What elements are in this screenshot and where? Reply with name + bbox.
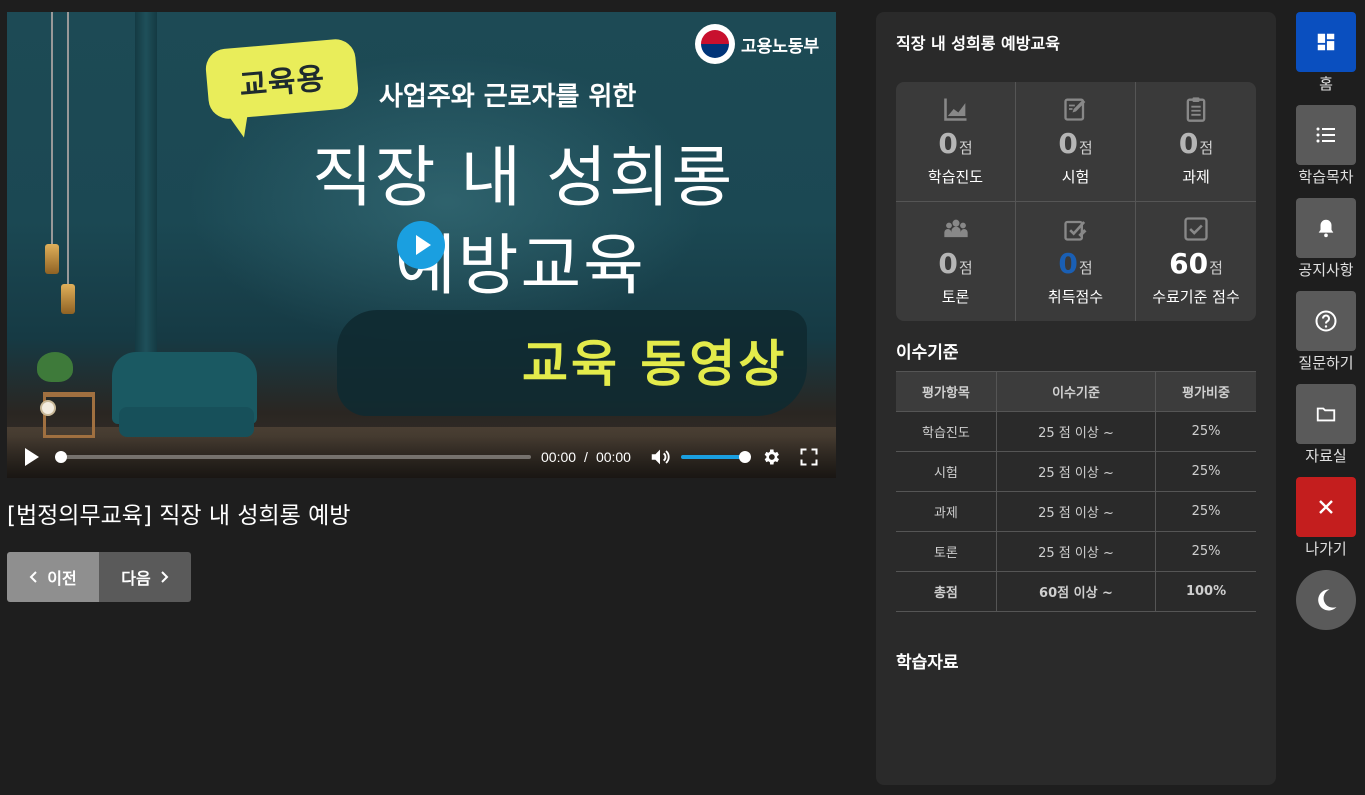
volume-knob[interactable] [738, 451, 751, 463]
volume-icon[interactable] [649, 445, 673, 469]
table-row: 학습진도 25 점 이상 ~ 25% [896, 411, 1256, 452]
menu-contents[interactable]: 학습목차 [1296, 105, 1356, 187]
course-info-panel: 직장 내 성희롱 예방교육 0점 학습진도 0점 시험 0점 과제 0점 토론 [876, 12, 1276, 785]
progress-knob[interactable] [55, 451, 67, 463]
score-assignment: 0점 과제 [1136, 82, 1256, 202]
menu-notice[interactable]: 공지사항 [1296, 198, 1356, 280]
chevron-right-icon [161, 571, 169, 583]
close-icon [1319, 500, 1333, 514]
clipboard-icon [1186, 97, 1206, 123]
chevron-left-icon [29, 571, 37, 583]
video-player[interactable]: 교육용 고용노동부 사업주와 근로자를 위한 직장 내 성희롱 예방교육 교육 … [7, 12, 836, 478]
score-completion-criteria: 60 점 수료기준 점수 [1136, 202, 1256, 322]
materials-title: 학습자료 [896, 653, 959, 673]
ministry-logo: 고용노동부 [695, 24, 819, 64]
score-earned: 0점 취득점수 [1016, 201, 1136, 321]
score-exam: 0점 시험 [1016, 82, 1136, 202]
dark-mode-toggle[interactable] [1296, 570, 1356, 630]
menu-home[interactable]: 홈 [1296, 12, 1356, 94]
menu-library[interactable]: 자료실 [1296, 384, 1356, 466]
chart-icon [943, 98, 966, 122]
checkbox-icon [1184, 217, 1208, 241]
table-header: 평가항목 이수기준 평가비중 [896, 371, 1256, 412]
volume-slider[interactable] [680, 451, 751, 463]
badge-check-icon [1063, 221, 1086, 241]
menu-question[interactable]: 질문하기 [1296, 291, 1356, 373]
center-play-button[interactable] [397, 221, 445, 269]
dashboard-icon [1317, 33, 1335, 51]
table-row: 토론 25 점 이상 ~ 25% [896, 531, 1256, 572]
education-badge: 교육용 [204, 37, 360, 121]
side-menu: 홈 학습목차 공지사항 질문하기 자료실 나가기 [1296, 12, 1356, 630]
video-highlight: 교육 동영상 [522, 335, 788, 393]
moon-icon [1318, 589, 1337, 611]
panel-title: 직장 내 성희롱 예방교육 [896, 34, 1060, 53]
play-button[interactable] [17, 442, 47, 472]
time-display: 00:00 / 00:00 [541, 449, 631, 465]
next-button[interactable]: 다음 [99, 552, 191, 602]
lecture-title: [법정의무교육] 직장 내 성희롱 예방 [7, 503, 351, 529]
score-discussion: 0점 토론 [896, 201, 1016, 321]
video-subtitle: 사업주와 근로자를 위한 [379, 82, 637, 112]
menu-exit[interactable]: 나가기 [1296, 477, 1356, 559]
score-grid: 0점 학습진도 0점 시험 0점 과제 0점 토론 0점 취득점수 60 점 수… [896, 82, 1256, 321]
edit-icon [1063, 98, 1085, 121]
people-icon [943, 219, 968, 238]
score-progress: 0점 학습진도 [896, 82, 1016, 202]
table-row: 시험 25 점 이상 ~ 25% [896, 451, 1256, 492]
lesson-navigation: 이전 다음 [7, 552, 191, 602]
fullscreen-icon[interactable] [797, 445, 821, 469]
criteria-table: 평가항목 이수기준 평가비중 학습진도 25 점 이상 ~ 25% 시험 25 … [896, 371, 1256, 612]
folder-icon [1316, 407, 1336, 422]
table-row-total: 총점 60점 이상 ~ 100% [896, 571, 1256, 612]
criteria-title: 이수기준 [896, 343, 959, 363]
list-icon [1316, 127, 1335, 143]
prev-button[interactable]: 이전 [7, 552, 99, 602]
player-controls: 00:00 / 00:00 [7, 436, 836, 478]
video-title-line1: 직장 내 성희롱 [312, 139, 735, 216]
settings-icon[interactable] [759, 445, 783, 469]
table-row: 과제 25 점 이상 ~ 25% [896, 491, 1256, 532]
question-icon [1315, 310, 1337, 332]
bell-icon [1318, 219, 1334, 238]
progress-bar[interactable] [55, 451, 531, 463]
emblem-icon [695, 24, 735, 64]
